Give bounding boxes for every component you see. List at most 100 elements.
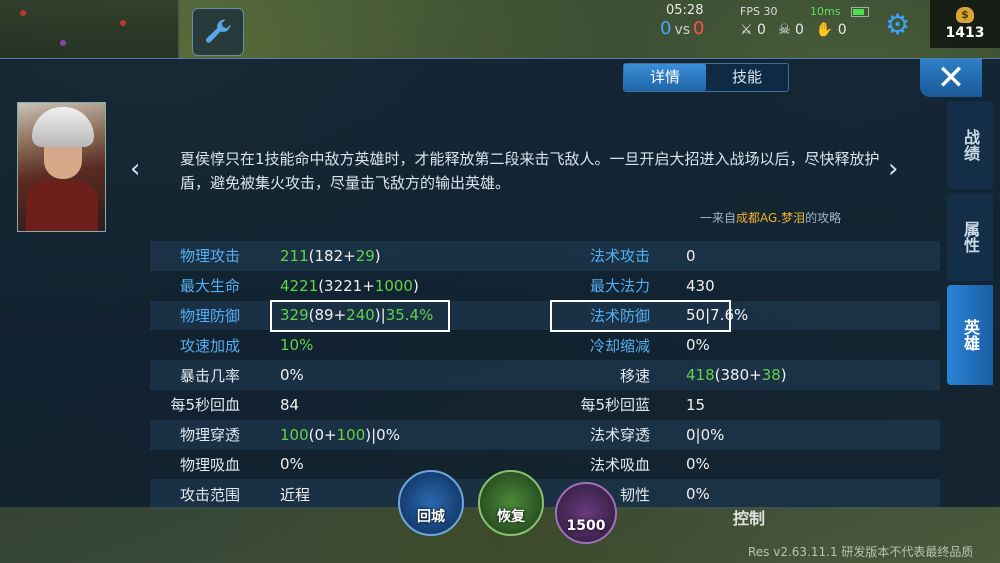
stat-value-main: 0% xyxy=(280,455,304,474)
stat-value-main: 4221 xyxy=(280,276,319,295)
ping-readout: 10ms xyxy=(810,5,841,18)
minimap[interactable] xyxy=(0,0,180,60)
score-red: 0 xyxy=(693,18,705,39)
prev-arrow-icon[interactable]: ‹ xyxy=(130,154,140,184)
match-time: 05:28 xyxy=(666,3,704,18)
tab-details[interactable]: 详情 xyxy=(624,64,706,91)
stat-value-2: 0|0% xyxy=(650,426,724,444)
stat-value-base: (0+ xyxy=(308,425,337,444)
stat-value-2: 0% xyxy=(650,485,710,503)
stat-value: 100(0+100)|0% xyxy=(240,426,530,444)
kda: ⚔ 0 ☠ 0 ✋ 0 xyxy=(740,22,847,38)
tip-credit: 一来自成都AG.梦泪的攻略 xyxy=(700,211,842,225)
skull-icon: ☠ xyxy=(777,22,791,38)
side-tab-hero[interactable]: 英雄 xyxy=(947,285,993,385)
fps-readout: FPS 30 xyxy=(740,5,778,18)
stat-label-2: 法术吸血 xyxy=(589,455,650,474)
next-arrow-icon[interactable]: › xyxy=(888,154,898,184)
stat-row: 物理攻击 211(182+29) 法术攻击 0 xyxy=(150,241,940,271)
side-tabs: 战绩 属性 英雄 xyxy=(947,101,993,389)
stat-value-2-main: 0% xyxy=(686,455,710,474)
stat-row: 攻速加成 10% 冷却缩减 0% xyxy=(150,330,940,360)
heal-label: 恢复 xyxy=(497,509,525,525)
stat-value-main: 0% xyxy=(280,366,304,385)
stat-value-2-tail: ) xyxy=(780,366,787,385)
stat-value-2-main: 15 xyxy=(686,395,706,414)
stat-value-2-main: 418 xyxy=(686,366,715,385)
heal-button[interactable]: 恢复 xyxy=(478,470,544,536)
stat-value-2-base: (380+ xyxy=(714,366,762,385)
stat-label-2: 法术攻击 xyxy=(589,247,650,266)
stat-value-tail: ) xyxy=(374,246,381,265)
stat-value: 10% xyxy=(240,336,530,354)
stat-value-2-main: 0% xyxy=(686,485,710,504)
stat-value-2: 0% xyxy=(650,455,710,473)
stat-row: 物理吸血 0% 法术吸血 0% xyxy=(150,450,940,480)
stat-value-bonus: 100 xyxy=(336,425,366,444)
stat-value-bonus: 29 xyxy=(355,246,375,265)
stat-label-2: 最大法力 xyxy=(589,277,650,296)
stat-value-main: 211 xyxy=(280,246,309,265)
stat-value-main: 近程 xyxy=(280,485,311,504)
stat-label: 物理攻击 xyxy=(179,247,240,266)
stat-row: 暴击几率 0% 移速 418(380+38) xyxy=(150,360,940,390)
money-bag-icon: $ xyxy=(956,7,974,23)
ultimate-skill-button[interactable]: 1500 xyxy=(555,482,617,544)
stat-value-base: (182+ xyxy=(308,246,356,265)
battery-icon xyxy=(851,7,869,17)
stat-value-base: (3221+ xyxy=(318,276,375,295)
stat-value-2-main: 0% xyxy=(686,336,710,355)
stat-label-2: 法术穿透 xyxy=(589,426,650,445)
stat-label: 物理穿透 xyxy=(179,426,240,445)
stat-value: 0% xyxy=(240,366,530,384)
highlight-box xyxy=(550,299,731,332)
stat-value-bonus: 1000 xyxy=(374,276,413,295)
stat-label-2: 冷却缩减 xyxy=(589,336,650,355)
side-tab-record[interactable]: 战绩 xyxy=(947,101,993,189)
settings-wrench-button[interactable] xyxy=(192,8,244,56)
ultimate-cost: 1500 xyxy=(566,518,606,534)
stats-table: 物理攻击 211(182+29) 法术攻击 0 最大生命 4221(3221+1000) 最… xyxy=(150,241,940,510)
stat-value-2: 430 xyxy=(650,277,715,295)
stat-value: 84 xyxy=(240,396,530,414)
stat-value: 0% xyxy=(240,455,530,473)
stat-label: 物理吸血 xyxy=(179,455,240,474)
assists: ✋ 0 xyxy=(815,22,847,38)
stat-value-2: 0 xyxy=(650,247,696,265)
stat-row: 物理防御 329(89+240)|35.4% 法术防御 50|7.6% xyxy=(150,299,940,332)
tab-skills[interactable]: 技能 xyxy=(706,64,788,91)
wrench-icon xyxy=(205,19,231,43)
highlight-box xyxy=(270,299,450,332)
stat-value-main: 10% xyxy=(280,336,314,355)
stat-value-2-main: 430 xyxy=(686,276,715,295)
stat-label: 暴击几率 xyxy=(179,366,240,385)
stat-value-2-main: 0|0% xyxy=(686,425,725,444)
close-button[interactable]: ✕ xyxy=(920,58,982,98)
tip-author[interactable]: 成都AG.梦泪 xyxy=(736,211,805,225)
stat-row: 攻击范围 近程 韧性 0% xyxy=(150,479,940,510)
side-tab-attributes[interactable]: 属性 xyxy=(947,193,993,281)
stat-value-2: 15 xyxy=(650,396,705,414)
gold-amount: 1413 xyxy=(945,25,985,41)
gear-icon[interactable]: ⚙ xyxy=(885,8,910,41)
deaths: ☠ 0 xyxy=(777,22,804,38)
stat-value-2: 0% xyxy=(650,336,710,354)
enemy-dot xyxy=(120,20,126,26)
control-skill-label[interactable]: 控制 xyxy=(733,505,765,529)
enemy-dot xyxy=(20,10,26,16)
stat-label: 最大生命 xyxy=(179,277,240,296)
recall-button[interactable]: 回城 xyxy=(398,470,464,536)
hero-tip: 夏侯惇只在1技能命中敌方英雄时，才能释放第二段来击飞敌人。一旦开启大招进入战场以… xyxy=(180,150,880,192)
sword-icon: ⚔ xyxy=(740,22,753,38)
version-text: Res v2.63.11.1 研发版本不代表最终品质 xyxy=(748,545,974,559)
stat-value-tail: ) xyxy=(412,276,419,295)
stat-value-main: 84 xyxy=(280,395,300,414)
stat-row: 每5秒回血 84 每5秒回蓝 15 xyxy=(150,390,940,420)
gold-counter: $ 1413 xyxy=(930,0,1000,48)
stat-label: 物理防御 xyxy=(179,306,240,325)
stat-value-2-main: 0 xyxy=(686,246,696,265)
stat-value-2-bonus: 38 xyxy=(761,366,781,385)
stat-value-tail: )|0% xyxy=(365,425,400,444)
stat-value-2: 418(380+38) xyxy=(650,366,787,384)
score: 0 vs 0 xyxy=(660,18,705,39)
